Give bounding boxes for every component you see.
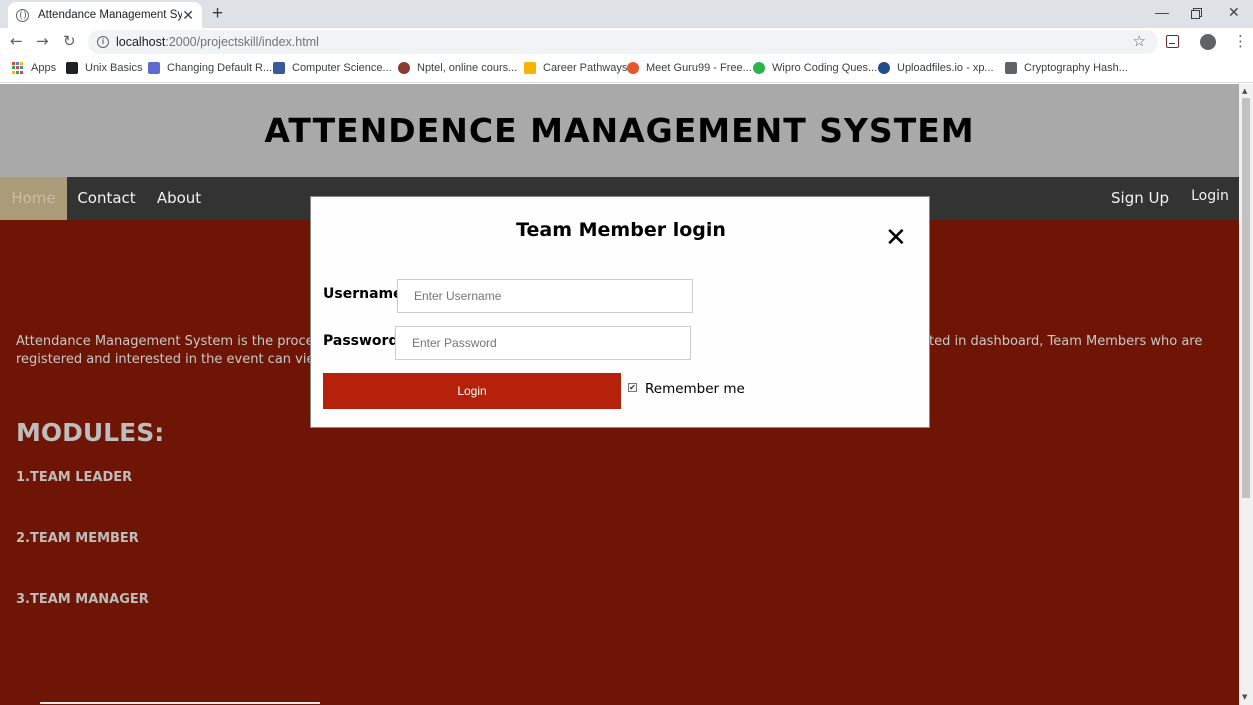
globe-icon	[16, 8, 29, 22]
flask-icon	[148, 62, 160, 74]
nav-login[interactable]: Login	[1182, 175, 1238, 218]
password-input[interactable]	[395, 326, 691, 360]
intro-text-left: Attendance Management System is the proc…	[16, 334, 328, 349]
tab-title: Attendance Management System	[38, 9, 183, 21]
bookmark-item[interactable]: Changing Default R...	[148, 62, 272, 74]
upload-icon	[878, 62, 890, 74]
bookmark-item[interactable]: Meet Guru99 - Free...	[627, 62, 752, 74]
address-bar[interactable]: i localhost:2000/projectskill/index.html…	[88, 30, 1158, 54]
bookmark-label: Career Pathways	[543, 62, 628, 74]
reload-icon[interactable]: ↻	[63, 32, 76, 50]
scroll-up-arrow-icon[interactable]: ▲	[1242, 87, 1247, 95]
tab-strip: Attendance Management System ✕ + — ✕	[0, 0, 1253, 28]
modal-title: Team Member login	[516, 219, 726, 241]
browser-tab[interactable]: Attendance Management System ✕	[8, 2, 202, 28]
site-title: ATTENDENCE MANAGEMENT SYSTEM	[264, 111, 975, 150]
login-button[interactable]: Login	[323, 373, 621, 409]
nptel-icon	[398, 62, 410, 74]
page-viewport: ATTENDENCE MANAGEMENT SYSTEM Home Contac…	[0, 84, 1239, 705]
bookmark-label: Changing Default R...	[167, 62, 273, 74]
nav-home[interactable]: Home	[0, 177, 67, 220]
apps-grid-icon	[12, 62, 24, 74]
bookmark-label: Cryptography Hash...	[1024, 62, 1128, 74]
intro-text-line2: registered and interested in the event c…	[16, 352, 326, 367]
info-icon[interactable]: i	[97, 36, 109, 48]
close-tab-icon[interactable]: ✕	[182, 7, 194, 24]
crypto-icon	[1005, 62, 1017, 74]
username-input[interactable]	[397, 279, 693, 313]
nav-contact[interactable]: Contact	[67, 177, 146, 220]
bookmark-label: Wipro Coding Ques...	[772, 62, 878, 74]
restore-icon[interactable]	[1191, 6, 1202, 22]
bookmark-item[interactable]: Computer Science...	[273, 62, 392, 74]
browser-toolbar: ← → ↻ i localhost:2000/projectskill/inde…	[0, 28, 1253, 56]
username-label: Username	[323, 286, 403, 302]
bookmark-item[interactable]: Career Pathways	[524, 62, 627, 74]
remember-me-checkbox[interactable]: ✔	[628, 383, 637, 392]
nav-about[interactable]: About	[146, 177, 212, 220]
new-tab-button[interactable]: +	[212, 3, 223, 25]
bookmark-label: Nptel, online cours...	[417, 62, 518, 74]
bookmark-label: Apps	[31, 62, 57, 74]
wipro-icon	[753, 62, 765, 74]
module-item: 2.TEAM MEMBER	[16, 531, 139, 546]
module-item: 3.TEAM MANAGER	[16, 592, 149, 607]
bookmark-label: Computer Science...	[292, 62, 392, 74]
back-icon[interactable]: ←	[10, 32, 23, 50]
extension-icon[interactable]	[1166, 35, 1179, 48]
scrollbar-thumb[interactable]	[1242, 98, 1250, 498]
bookmark-star-icon[interactable]: ☆	[1133, 32, 1146, 50]
terminal-icon	[66, 62, 78, 74]
forward-icon[interactable]: →	[36, 32, 49, 50]
bookmark-item[interactable]: Uploadfiles.io - xp...	[878, 62, 994, 74]
bookmark-item[interactable]: Unix Basics	[66, 62, 142, 74]
bookmark-label: Meet Guru99 - Free...	[646, 62, 752, 74]
profile-avatar-icon[interactable]	[1200, 34, 1216, 50]
bookmark-item[interactable]: Apps	[12, 62, 56, 74]
modules-heading: MODULES:	[16, 418, 165, 447]
bookmarks-bar: Apps Unix Basics Changing Default R... Comp…	[0, 56, 1253, 83]
close-icon[interactable]: ✕	[885, 223, 907, 253]
career-icon	[524, 62, 536, 74]
nav-signup[interactable]: Sign Up	[1100, 177, 1180, 220]
intro-text-right: ted in dashboard, Team Members who are	[929, 334, 1203, 349]
bookmark-item[interactable]: Cryptography Hash...	[1005, 62, 1128, 74]
link-icon	[273, 62, 285, 74]
remember-me-label: Remember me	[645, 381, 745, 397]
bookmark-label: Unix Basics	[85, 62, 143, 74]
module-item: 1.TEAM LEADER	[16, 470, 133, 485]
scroll-down-arrow-icon[interactable]: ▼	[1242, 693, 1247, 701]
login-modal: Team Member login ✕ Username Password Lo…	[310, 196, 930, 428]
url-text[interactable]: localhost:2000/projectskill/index.html	[116, 35, 319, 49]
bookmark-item[interactable]: Nptel, online cours...	[398, 62, 517, 74]
password-label: Password	[323, 333, 399, 349]
bookmark-label: Uploadfiles.io - xp...	[897, 62, 994, 74]
vertical-scrollbar[interactable]: ▲ ▼	[1239, 84, 1253, 705]
site-header: ATTENDENCE MANAGEMENT SYSTEM	[0, 84, 1239, 177]
minimize-icon[interactable]: —	[1155, 4, 1169, 20]
guru99-icon	[627, 62, 639, 74]
browser-menu-icon[interactable]: ⋮	[1233, 32, 1248, 50]
close-window-icon[interactable]: ✕	[1228, 4, 1240, 21]
horizontal-scroll-indicator	[40, 702, 320, 704]
bookmark-item[interactable]: Wipro Coding Ques...	[753, 62, 877, 74]
